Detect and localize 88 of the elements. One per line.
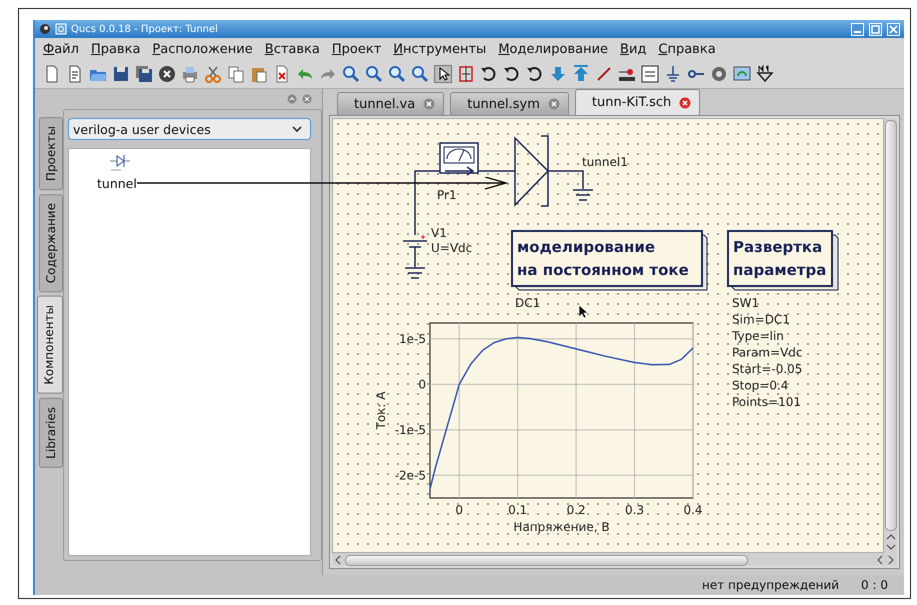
- sweep-parameter: Start=-0.05: [732, 362, 802, 376]
- pin-icon[interactable]: [55, 23, 67, 35]
- print-icon[interactable]: [181, 65, 199, 83]
- y-tick-label: 0: [418, 377, 426, 392]
- wire-icon[interactable]: [595, 65, 613, 83]
- close-icon[interactable]: [158, 65, 176, 83]
- minimize-icon[interactable]: [851, 22, 864, 36]
- y-tick-label: -2e-5: [394, 468, 426, 482]
- zoom-icon[interactable]: [365, 65, 383, 83]
- rotate-icon[interactable]: [503, 65, 521, 83]
- sweep-parameter: Type=lin: [732, 329, 784, 343]
- ammeter-icon: [439, 142, 479, 176]
- x-tick-label: 0.4: [683, 503, 703, 517]
- ground-icon[interactable]: [664, 65, 682, 83]
- save-icon[interactable]: [112, 65, 130, 83]
- rotate-icon[interactable]: [526, 65, 544, 83]
- document-tab[interactable]: tunn-KiT.sch: [574, 89, 700, 115]
- gear-icon[interactable]: [710, 65, 728, 83]
- rotate-icon[interactable]: [480, 65, 498, 83]
- menu-item[interactable]: Файл: [43, 42, 79, 56]
- source-name: V1: [431, 226, 447, 240]
- mirror-icon[interactable]: [457, 65, 475, 83]
- zoom-icon[interactable]: [342, 65, 360, 83]
- cut-icon[interactable]: [204, 65, 222, 83]
- x-tick-label: 0.3: [625, 503, 644, 517]
- copy-icon[interactable]: [227, 65, 245, 83]
- marker-icon[interactable]: [756, 65, 774, 83]
- app-icon: [39, 23, 51, 35]
- y-axis-title: Ток: А: [374, 392, 388, 430]
- library-dropdown[interactable]: verilog-a user devices: [68, 118, 311, 140]
- close-icon[interactable]: [679, 96, 692, 108]
- y-tick-label: 1e-5: [399, 332, 426, 346]
- save-all-icon[interactable]: [135, 65, 153, 83]
- battery-icon: [402, 234, 428, 268]
- maximize-icon[interactable]: [869, 22, 882, 36]
- horizontal-scrollbar[interactable]: [332, 553, 897, 566]
- document-tab[interactable]: tunnel.va: [337, 92, 444, 115]
- zoom-out-icon[interactable]: [411, 65, 429, 83]
- mouse-pointer-icon: [578, 304, 589, 318]
- simulation-title: моделирование: [517, 238, 656, 256]
- side-tab[interactable]: Libraries: [39, 398, 63, 468]
- diode-label: tunnel1: [582, 155, 628, 169]
- menu-item[interactable]: Правка: [90, 42, 140, 56]
- chevron-down-icon: [292, 126, 302, 132]
- menu-item[interactable]: Справка: [658, 42, 716, 56]
- sweep-title: Развертка: [733, 238, 822, 256]
- sweep-title: параметра: [733, 261, 826, 279]
- menu-item[interactable]: Инструменты: [393, 42, 486, 56]
- cursor-position: 0 : 0: [861, 578, 888, 592]
- side-tab[interactable]: Содержание: [39, 194, 63, 292]
- x-axis-title: Напряжение, В: [513, 520, 610, 534]
- simulation-title: на постоянном токе: [517, 261, 689, 279]
- side-tab[interactable]: Проекты: [39, 117, 63, 190]
- scrollbar-thumb[interactable]: [345, 554, 748, 566]
- simulation-name: DC1: [515, 296, 540, 310]
- x-tick-label: 0: [455, 503, 464, 517]
- sweep-parameter: Param=Vdc: [732, 346, 803, 360]
- diode-icon[interactable]: [109, 153, 131, 173]
- menu-item[interactable]: Расположение: [152, 42, 253, 56]
- simulate-icon[interactable]: [733, 65, 751, 83]
- ground-icon: [404, 267, 426, 279]
- menu-item[interactable]: Вид: [620, 42, 646, 56]
- sweep-parameter: Sim=DC1: [732, 312, 790, 326]
- side-tab[interactable]: Компоненты: [37, 296, 63, 394]
- status-message: нет предупреждений: [702, 578, 840, 592]
- component-label[interactable]: tunnel: [97, 176, 137, 191]
- equation-icon[interactable]: [641, 65, 659, 83]
- document-tab[interactable]: tunnel.sym: [450, 92, 569, 115]
- window-title: Qucs 0.0.18 - Проект: Tunnel: [71, 24, 218, 34]
- cursor-icon[interactable]: [434, 65, 452, 83]
- source-parameter: U=Vdc: [431, 241, 472, 255]
- x-tick-label: 0.2: [566, 503, 586, 517]
- menu-item[interactable]: Моделирование: [498, 42, 608, 56]
- sweep-parameter: Points=101: [732, 395, 802, 409]
- ground-icon: [572, 189, 594, 201]
- sweep-parameter: SW1: [732, 296, 760, 310]
- down-arrow-icon[interactable]: [549, 65, 567, 83]
- up-arrow-icon[interactable]: [572, 65, 590, 83]
- paste-icon[interactable]: [250, 65, 268, 83]
- float-icon[interactable]: [287, 94, 297, 104]
- menu-item[interactable]: Проект: [332, 42, 382, 56]
- y-tick-label: -1e-5: [394, 422, 426, 437]
- sweep-parameter: Stop=0.4: [732, 378, 788, 392]
- menu-item[interactable]: Вставка: [264, 42, 320, 56]
- zoom-in-icon[interactable]: [388, 65, 406, 83]
- diode-symbol: [514, 135, 584, 207]
- probe-label: Pr1: [437, 188, 457, 202]
- x-tick-label: 0.1: [508, 503, 528, 517]
